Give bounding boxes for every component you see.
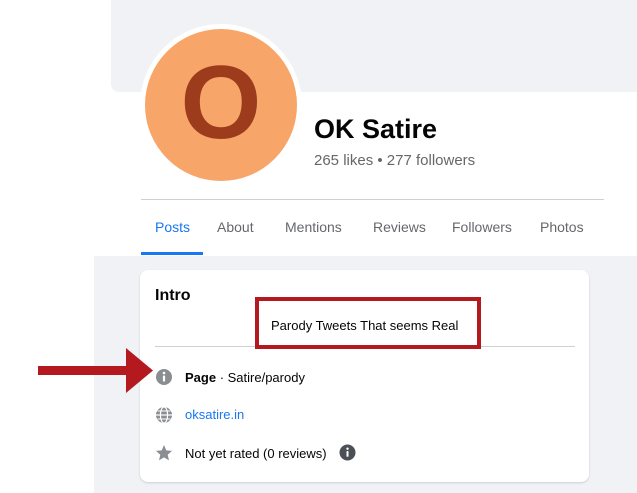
globe-icon [156, 406, 172, 424]
tab-posts[interactable]: Posts [155, 219, 190, 235]
page-label: Page [185, 370, 217, 385]
tab-about[interactable]: About [217, 219, 254, 235]
avatar-circle: O [145, 29, 297, 181]
page-title[interactable]: OK Satire [314, 114, 437, 145]
red-arrow-annotation [38, 348, 153, 393]
tab-mentions[interactable]: Mentions [285, 219, 342, 235]
red-highlight-box [255, 297, 481, 349]
page-category-row: Page · Satire/parody [185, 370, 305, 385]
website-link[interactable]: oksatire.in [185, 407, 244, 422]
intro-title: Intro [155, 287, 191, 304]
page-category: · Satire/parody [216, 370, 305, 385]
rating-info-icon[interactable] [339, 444, 356, 461]
avatar-letter: O [180, 45, 262, 161]
tab-followers[interactable]: Followers [452, 219, 512, 235]
tabs-divider [141, 199, 604, 200]
tab-photos[interactable]: Photos [540, 219, 584, 235]
page-stats[interactable]: 265 likes • 277 followers [314, 152, 475, 169]
active-tab-indicator [141, 252, 203, 255]
tab-reviews[interactable]: Reviews [373, 219, 426, 235]
star-icon [156, 445, 172, 461]
rating-text: Not yet rated (0 reviews) [185, 446, 327, 461]
profile-avatar[interactable]: O [140, 24, 302, 186]
